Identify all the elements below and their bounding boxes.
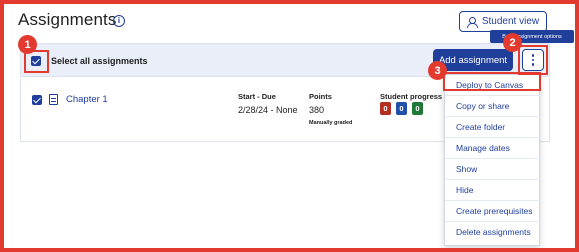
- select-all-label: Select all assignments: [51, 56, 148, 66]
- progress-badge-blue[interactable]: 0: [396, 102, 407, 115]
- info-icon[interactable]: i: [113, 15, 125, 27]
- document-icon: [49, 94, 58, 105]
- menu-item-delete-assignments[interactable]: Delete assignments: [445, 222, 541, 243]
- grading-type: Manually graded: [309, 120, 353, 126]
- highlight-more-options: [518, 45, 548, 75]
- start-due-value: 2/28/24 - None: [238, 105, 298, 115]
- step-marker-3: 3: [428, 61, 447, 80]
- menu-item-show[interactable]: Show: [445, 159, 541, 180]
- student-progress-header: Student progress: [380, 92, 443, 101]
- progress-badge-green[interactable]: 0: [412, 102, 423, 115]
- step-marker-1: 1: [18, 35, 37, 54]
- start-due-header: Start - Due: [238, 92, 276, 101]
- student-view-button[interactable]: Student view: [459, 11, 547, 32]
- menu-item-copy-or-share[interactable]: Copy or share: [445, 96, 541, 117]
- student-view-label: Student view: [481, 16, 540, 27]
- highlight-deploy: [443, 72, 541, 91]
- step-marker-2: 2: [503, 33, 522, 52]
- assignment-checkbox[interactable]: [32, 95, 42, 105]
- assignment-title-link[interactable]: Chapter 1: [66, 94, 108, 105]
- menu-item-create-prerequisites[interactable]: Create prerequisites: [445, 201, 541, 222]
- menu-item-hide[interactable]: Hide: [445, 180, 541, 201]
- points-header: Points: [309, 92, 332, 101]
- page-title: Assignments: [18, 10, 117, 29]
- progress-badge-red[interactable]: 0: [380, 102, 391, 115]
- person-icon: [466, 16, 478, 28]
- bulk-options-menu: Deploy to Canvas Copy or share Create fo…: [444, 74, 541, 246]
- points-value: 380: [309, 105, 325, 115]
- menu-item-create-folder[interactable]: Create folder: [445, 117, 541, 138]
- menu-item-manage-dates[interactable]: Manage dates: [445, 138, 541, 159]
